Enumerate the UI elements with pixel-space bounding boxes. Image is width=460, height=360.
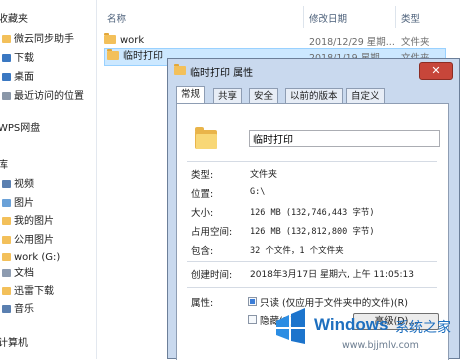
windows-logo-icon bbox=[276, 308, 305, 344]
divider bbox=[187, 261, 437, 262]
tab-security[interactable]: 安全 bbox=[249, 88, 279, 103]
contains-label: 包含: bbox=[191, 246, 214, 257]
video-icon bbox=[2, 180, 11, 188]
file-name: 临时打印 bbox=[123, 51, 163, 62]
nav-item-video[interactable]: 视频 bbox=[2, 177, 34, 193]
folder-icon bbox=[104, 33, 116, 44]
close-button[interactable]: ✕ bbox=[419, 62, 453, 80]
nav-item-desktop[interactable]: 桌面 bbox=[2, 70, 34, 86]
location-value: G:\ bbox=[250, 187, 266, 197]
tab-label: 常规 bbox=[181, 89, 201, 100]
cloud-folder-icon bbox=[2, 35, 11, 43]
tab-label: 以前的版本 bbox=[290, 91, 338, 102]
nav-item-my-pictures[interactable]: 我的图片 bbox=[2, 214, 54, 230]
nav-label: 视频 bbox=[14, 179, 34, 190]
nav-item-computer[interactable]: 计算机 bbox=[0, 336, 28, 352]
nav-item-recent[interactable]: 最近访问的位置 bbox=[2, 89, 84, 105]
nav-label: 图片 bbox=[14, 198, 34, 209]
nav-item-music[interactable]: 音乐 bbox=[2, 302, 34, 318]
document-icon bbox=[2, 269, 11, 277]
location-label: 位置: bbox=[191, 189, 214, 200]
nav-label: 桌面 bbox=[14, 72, 34, 83]
column-divider[interactable] bbox=[395, 6, 396, 28]
column-header-date[interactable]: 修改日期 bbox=[309, 11, 347, 25]
tab-label: 共享 bbox=[218, 91, 238, 102]
column-header-name[interactable]: 名称 bbox=[107, 11, 126, 25]
type-value: 文件夹 bbox=[250, 170, 278, 180]
nav-label: 下载 bbox=[14, 53, 34, 64]
size-value: 126 MB (132,746,443 字节) bbox=[250, 208, 375, 218]
type-label: 类型: bbox=[191, 170, 214, 181]
folder-icon bbox=[174, 64, 186, 75]
download-icon bbox=[2, 54, 11, 62]
size-on-disk-value: 126 MB (132,812,800 字节) bbox=[250, 227, 375, 237]
created-value: 2018年3月17日 星期六, 上午 11:05:13 bbox=[250, 270, 414, 280]
folder-icon bbox=[2, 287, 11, 295]
nav-label: 我的图片 bbox=[14, 216, 54, 227]
nav-label: 计算机 bbox=[0, 338, 28, 349]
tab-customize[interactable]: 自定义 bbox=[346, 88, 385, 103]
nav-label: 迅雷下载 bbox=[14, 286, 54, 297]
nav-label: 库 bbox=[0, 160, 8, 171]
dialog-titlebar[interactable]: 临时打印 属性 ✕ bbox=[168, 59, 459, 83]
nav-label: 微云同步助手 bbox=[14, 34, 74, 45]
nav-label: 公用图片 bbox=[14, 235, 54, 246]
recent-icon bbox=[2, 92, 11, 100]
contains-value: 32 个文件，1 个文件夹 bbox=[250, 246, 344, 256]
folder-icon bbox=[195, 127, 217, 149]
navigation-pane: 收藏夹 微云同步助手 下载 桌面 最近访问的位置 WPS网盘 库 视频 图片 我… bbox=[0, 0, 97, 359]
close-icon: ✕ bbox=[431, 64, 441, 77]
folder-name-input[interactable] bbox=[249, 130, 440, 147]
size-label: 大小: bbox=[191, 208, 214, 219]
hidden-checkbox[interactable] bbox=[248, 315, 257, 324]
folder-icon bbox=[2, 217, 11, 225]
nav-label: 最近访问的位置 bbox=[14, 91, 84, 102]
nav-item-library[interactable]: 库 bbox=[0, 158, 8, 174]
file-name: work bbox=[120, 35, 145, 46]
tab-sharing[interactable]: 共享 bbox=[213, 88, 243, 103]
divider bbox=[187, 287, 437, 288]
folder-icon bbox=[107, 49, 119, 60]
tab-label: 自定义 bbox=[351, 91, 380, 102]
created-label: 创建时间: bbox=[191, 270, 233, 281]
nav-label: work (G:) bbox=[14, 252, 61, 263]
picture-icon bbox=[2, 199, 11, 207]
folder-icon bbox=[2, 236, 11, 244]
tab-previous-versions[interactable]: 以前的版本 bbox=[285, 88, 343, 103]
dialog-title: 临时打印 属性 bbox=[190, 68, 254, 79]
nav-item-documents[interactable]: 文档 bbox=[2, 266, 34, 282]
nav-item-weiyun[interactable]: 微云同步助手 bbox=[2, 32, 74, 48]
drive-icon bbox=[2, 253, 11, 261]
readonly-checkbox[interactable] bbox=[248, 297, 257, 306]
nav-label: 文档 bbox=[14, 268, 34, 279]
watermark-suffix: 系统之家 bbox=[395, 320, 451, 336]
nav-item-work-drive[interactable]: work (G:) bbox=[2, 250, 60, 266]
nav-item-public-pictures[interactable]: 公用图片 bbox=[2, 233, 54, 249]
divider bbox=[187, 161, 437, 162]
nav-item-wps[interactable]: WPS网盘 bbox=[0, 121, 40, 137]
tab-general[interactable]: 常规 bbox=[176, 86, 206, 104]
nav-item-favorites[interactable]: 收藏夹 bbox=[0, 12, 28, 28]
nav-label: WPS网盘 bbox=[0, 123, 41, 134]
nav-item-thunder[interactable]: 迅雷下载 bbox=[2, 284, 54, 300]
size-on-disk-label: 占用空间: bbox=[191, 227, 233, 238]
nav-item-downloads[interactable]: 下载 bbox=[2, 51, 34, 67]
watermark-url: www.bjjmlv.com bbox=[342, 340, 419, 351]
file-row-work[interactable]: work bbox=[104, 33, 144, 49]
column-header-type[interactable]: 类型 bbox=[401, 11, 420, 25]
attributes-label: 属性: bbox=[191, 298, 214, 309]
music-icon bbox=[2, 305, 11, 313]
tab-label: 安全 bbox=[254, 91, 274, 102]
file-date: 2018/12/29 星期... bbox=[309, 37, 395, 48]
desktop-icon bbox=[2, 73, 11, 81]
nav-label: 收藏夹 bbox=[0, 14, 28, 25]
file-type: 文件夹 bbox=[401, 37, 430, 48]
nav-item-pictures[interactable]: 图片 bbox=[2, 196, 34, 212]
nav-label: 音乐 bbox=[14, 304, 34, 315]
watermark: Windows 系统之家 www.bjjmlv.com bbox=[270, 303, 460, 359]
column-divider[interactable] bbox=[303, 6, 304, 28]
watermark-brand: Windows bbox=[314, 315, 389, 334]
